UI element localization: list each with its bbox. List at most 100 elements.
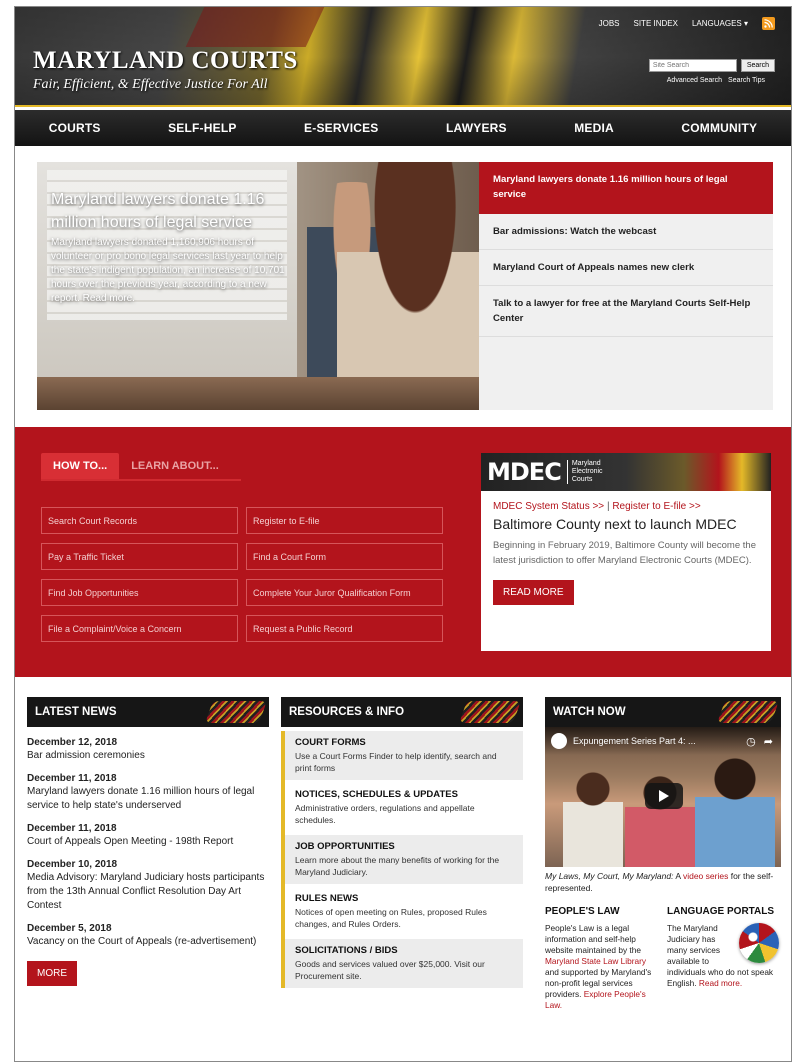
share-icon[interactable]: ➦ xyxy=(764,735,773,748)
resource-desc: Learn more about the many benefits of wo… xyxy=(295,855,500,877)
nav-lawyers[interactable]: LAWYERS xyxy=(446,121,507,135)
resource-title[interactable]: SOLICITATIONS / BIDS xyxy=(295,945,513,956)
mdec-status-link[interactable]: MDEC System Status >> xyxy=(493,501,604,512)
mdec-links: MDEC System Status >> | Register to E-fi… xyxy=(493,501,759,512)
resource-item[interactable]: SOLICITATIONS / BIDS Goods and services … xyxy=(285,939,523,988)
caption-italic: My Laws, My Court, My Maryland: xyxy=(545,871,674,881)
resources-title: RESOURCES & INFO xyxy=(289,706,405,718)
news-title[interactable]: Vacancy on the Court of Appeals (re-adve… xyxy=(27,935,269,949)
tab-how-to[interactable]: HOW TO... xyxy=(41,453,120,479)
hero-carousel: Maryland lawyers donate 1.16 million hou… xyxy=(37,162,773,410)
resource-title[interactable]: NOTICES, SCHEDULES & UPDATES xyxy=(295,789,513,800)
news-more-button[interactable]: MORE xyxy=(27,961,77,986)
news-item[interactable]: December 5, 2018 Vacancy on the Court of… xyxy=(27,923,269,949)
law-library-link[interactable]: Maryland State Law Library xyxy=(545,956,646,966)
video-title[interactable]: Expungement Series Part 4: ... xyxy=(573,736,696,746)
mdec-read-more-button[interactable]: READ MORE xyxy=(493,580,574,605)
news-item[interactable]: December 12, 2018 Bar admission ceremoni… xyxy=(27,737,269,763)
resources-list: COURT FORMS Use a Court Forms Finder to … xyxy=(281,731,523,988)
peoples-law-title: PEOPLE'S LAW xyxy=(545,906,620,917)
advanced-search-link[interactable]: Advanced Search xyxy=(667,77,722,84)
nav-media[interactable]: MEDIA xyxy=(574,121,614,135)
resource-desc: Notices of open meeting on Rules, propos… xyxy=(295,907,487,929)
play-button[interactable] xyxy=(645,783,683,809)
news-item[interactable]: December 10, 2018 Media Advisory: Maryla… xyxy=(27,859,269,913)
nav-self-help[interactable]: SELF-HELP xyxy=(168,121,236,135)
portals: PEOPLE'S LAW People's Law is a legal inf… xyxy=(545,906,781,1011)
mdec-sub-3: Courts xyxy=(571,476,593,483)
video-player[interactable]: Expungement Series Part 4: ... ◷ ➦ xyxy=(545,727,781,867)
link-file-complaint[interactable]: File a Complaint/Voice a Concern xyxy=(41,615,238,642)
hero-story-item[interactable]: Maryland lawyers donate 1.16 million hou… xyxy=(479,162,773,214)
mdec-banner[interactable]: MDEC Maryland Electronic Courts xyxy=(481,453,771,491)
video-person xyxy=(563,767,623,867)
brand[interactable]: MARYLAND COURTS Fair, Efficient, & Effec… xyxy=(33,47,298,93)
news-item[interactable]: December 11, 2018 Maryland lawyers donat… xyxy=(27,773,269,813)
news-title[interactable]: Media Advisory: Maryland Judiciary hosts… xyxy=(27,871,269,913)
search-button[interactable]: Search xyxy=(740,59,775,72)
news-date: December 5, 2018 xyxy=(27,923,112,934)
mdec-headline[interactable]: Baltimore County next to launch MDEC xyxy=(493,516,759,532)
flag-streak-icon xyxy=(716,701,780,723)
hero-story-item[interactable]: Maryland Court of Appeals names new cler… xyxy=(479,250,773,286)
link-search-court-records[interactable]: Search Court Records xyxy=(41,507,238,534)
video-person xyxy=(695,757,775,867)
mdec-link-separator: | xyxy=(606,501,610,512)
link-juror-qualification[interactable]: Complete Your Juror Qualification Form xyxy=(246,579,443,606)
latest-news-title: LATEST NEWS xyxy=(35,706,117,718)
play-icon xyxy=(659,790,669,802)
languages-label: LANGUAGES xyxy=(691,19,742,28)
link-register-e-file[interactable]: Register to E-file xyxy=(246,507,443,534)
jobs-link[interactable]: JOBS xyxy=(599,19,620,28)
resource-item[interactable]: NOTICES, SCHEDULES & UPDATES Administrat… xyxy=(285,783,523,832)
news-title[interactable]: Maryland lawyers donate 1.16 million hou… xyxy=(27,785,269,813)
brand-tagline: Fair, Efficient, & Effective Justice For… xyxy=(33,77,268,92)
search-input[interactable] xyxy=(648,59,737,72)
mdec-efile-link[interactable]: Register to E-file >> xyxy=(612,501,700,512)
resource-item[interactable]: JOB OPPORTUNITIES Learn more about the m… xyxy=(285,835,523,884)
languages-menu[interactable]: LANGUAGES ▾ xyxy=(692,19,748,28)
language-read-more-link[interactable]: Read more. xyxy=(699,978,742,988)
resource-desc: Administrative orders, regulations and a… xyxy=(295,803,475,825)
gold-divider xyxy=(15,105,791,107)
news-date: December 10, 2018 xyxy=(27,859,118,870)
hero-title[interactable]: Maryland lawyers donate 1.16 million hou… xyxy=(51,188,291,234)
search-tips-link[interactable]: Search Tips xyxy=(728,77,765,84)
channel-logo-icon[interactable] xyxy=(551,733,567,749)
mdec-body: MDEC System Status >> | Register to E-fi… xyxy=(481,491,771,615)
video-actions: ◷ ➦ xyxy=(746,735,773,748)
resource-item[interactable]: RULES NEWS Notices of open meeting on Ru… xyxy=(285,887,523,936)
quick-links-tabs: HOW TO... LEARN ABOUT... xyxy=(41,453,231,479)
link-request-public-record[interactable]: Request a Public Record xyxy=(246,615,443,642)
rss-icon[interactable] xyxy=(762,17,775,30)
link-find-court-form[interactable]: Find a Court Form xyxy=(246,543,443,570)
site-index-link[interactable]: SITE INDEX xyxy=(634,19,678,28)
hero-story-item[interactable]: Bar admissions: Watch the webcast xyxy=(479,214,773,250)
resource-item[interactable]: COURT FORMS Use a Court Forms Finder to … xyxy=(285,731,523,780)
news-title[interactable]: Court of Appeals Open Meeting - 198th Re… xyxy=(27,835,269,849)
tab-learn-about[interactable]: LEARN ABOUT... xyxy=(119,453,231,479)
video-series-link[interactable]: video series xyxy=(683,871,728,881)
resource-title[interactable]: JOB OPPORTUNITIES xyxy=(295,841,513,852)
nav-courts[interactable]: COURTS xyxy=(49,121,101,135)
nav-community[interactable]: COMMUNITY xyxy=(681,121,757,135)
globe-flags-icon[interactable] xyxy=(739,923,779,963)
link-pay-traffic-ticket[interactable]: Pay a Traffic Ticket xyxy=(41,543,238,570)
flag-decoration xyxy=(185,7,325,47)
resource-title[interactable]: COURT FORMS xyxy=(295,737,513,748)
video-caption: My Laws, My Court, My Maryland: A video … xyxy=(545,870,781,894)
peoples-law-text-a: People's Law is a legal information and … xyxy=(545,923,641,955)
brand-title[interactable]: MARYLAND COURTS xyxy=(33,47,298,75)
mdec-logo-sub: Maryland Electronic Courts xyxy=(566,460,603,484)
watch-later-icon[interactable]: ◷ xyxy=(746,735,756,748)
quick-links-band: HOW TO... LEARN ABOUT... Search Court Re… xyxy=(15,427,791,677)
resource-title[interactable]: RULES NEWS xyxy=(295,893,513,904)
news-item[interactable]: December 11, 2018 Court of Appeals Open … xyxy=(27,823,269,849)
news-title[interactable]: Bar admission ceremonies xyxy=(27,749,269,763)
language-portals-text: The Maryland Judiciary has many services… xyxy=(667,923,779,989)
nav-e-services[interactable]: E-SERVICES xyxy=(304,121,378,135)
hero-story-item[interactable]: Talk to a lawyer for free at the Marylan… xyxy=(479,286,773,337)
hero-image[interactable]: Maryland lawyers donate 1.16 million hou… xyxy=(37,162,479,410)
news-date: December 11, 2018 xyxy=(27,773,117,784)
link-find-job-opportunities[interactable]: Find Job Opportunities xyxy=(41,579,238,606)
